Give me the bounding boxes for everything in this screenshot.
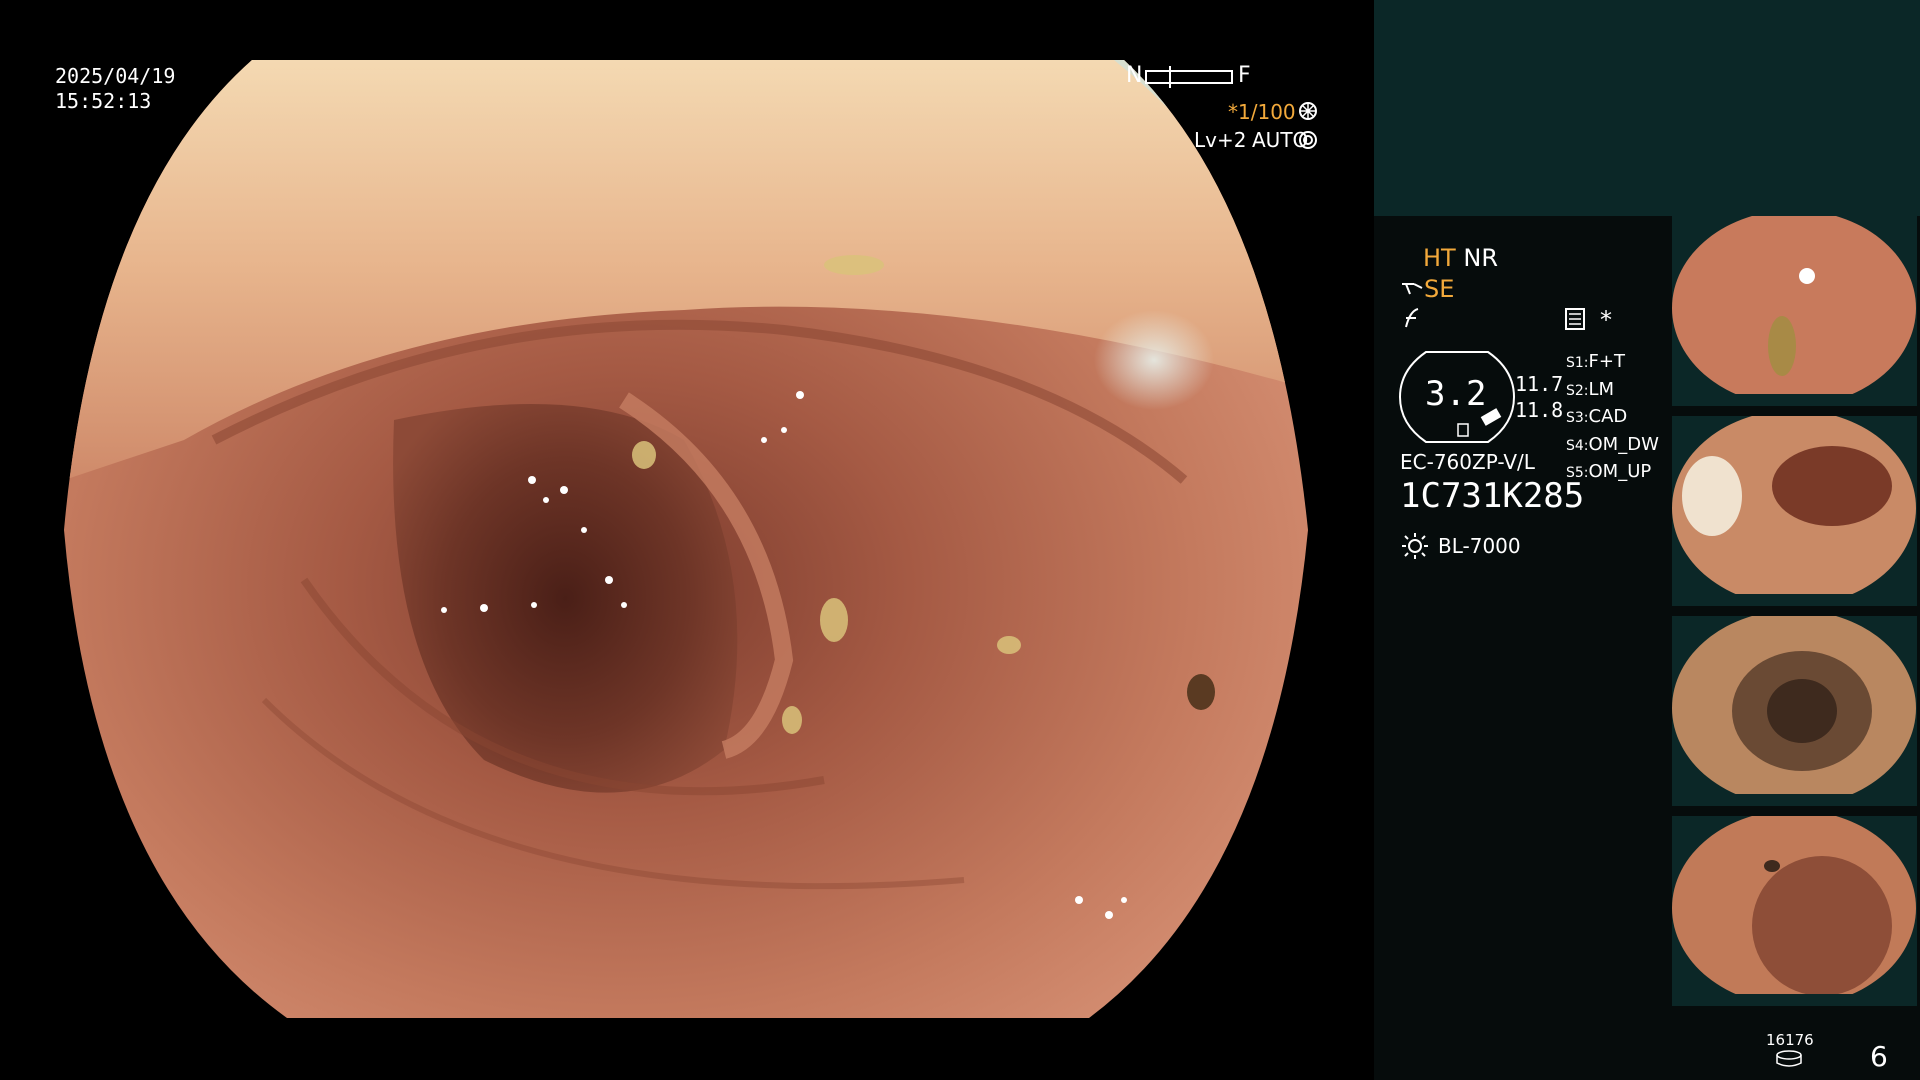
storage-counter: 16176: [1766, 1031, 1814, 1049]
setting-s4: S4:OM_DW: [1566, 433, 1659, 455]
zoom-value: 3.2: [1425, 374, 1487, 414]
thumbnail-image: [1672, 816, 1917, 1006]
left-value-1: 11.7: [1515, 372, 1564, 396]
scope-serial: 1C731K285: [1400, 476, 1585, 516]
thumbnail-bar: [1672, 994, 1917, 1006]
thumbnail-image: [1672, 616, 1917, 806]
f-icon: [1405, 308, 1419, 328]
thumbnail-bar: [1672, 794, 1917, 806]
nr-label: NR: [1463, 244, 1498, 272]
page-number: 6: [1870, 1040, 1888, 1073]
light-source-label: BL-7000: [1438, 534, 1521, 558]
se-label: SE: [1424, 275, 1455, 303]
storage-icon: [1776, 1050, 1802, 1067]
ht-label: HT: [1423, 244, 1456, 272]
scope-model: EC-760ZP-V/L: [1400, 450, 1535, 474]
focus-scale: [1145, 66, 1233, 88]
date-label: 2025/04/19: [55, 64, 176, 88]
menu-icon: [1565, 308, 1585, 330]
setting-s1: S1:F+T: [1566, 351, 1625, 372]
focus-indicator: [1169, 66, 1171, 88]
time-label: 15:52:13: [55, 89, 152, 113]
thumbnail-bar: [1672, 594, 1917, 606]
thumbnail-2[interactable]: [1672, 416, 1917, 606]
thumbnail-bar: [1672, 394, 1917, 406]
shutter-value: *1/100: [1228, 100, 1296, 124]
side-panel-header: [1374, 0, 1920, 216]
se-icon: [1402, 283, 1423, 295]
auto-icon: [1299, 131, 1317, 149]
left-value-2: 11.8: [1515, 398, 1564, 422]
thumbnail-3[interactable]: [1672, 616, 1917, 806]
light-icon: [1402, 533, 1428, 559]
ht-nr-row: HT NR: [1423, 244, 1498, 272]
shutter-icon: [1299, 102, 1317, 120]
level-value: Lv+2: [1194, 128, 1247, 152]
thumbnail-image: [1672, 216, 1917, 406]
thumbnail-image: [1672, 416, 1917, 606]
setting-s2: S2:LM: [1566, 378, 1615, 400]
setting-s3: S3:CAD: [1566, 406, 1628, 427]
focus-far-label: F: [1238, 63, 1251, 88]
settings-list: S1:F+T S2:LM S3:CAD S4:OM_DW S5:OM_UP: [1566, 349, 1659, 487]
thumbnail-1[interactable]: [1672, 216, 1917, 406]
endoscope-view: [64, 60, 1308, 1018]
focus-near-label: N: [1126, 63, 1143, 88]
thumbnail-4[interactable]: [1672, 816, 1917, 1006]
star-label: *: [1600, 306, 1612, 334]
